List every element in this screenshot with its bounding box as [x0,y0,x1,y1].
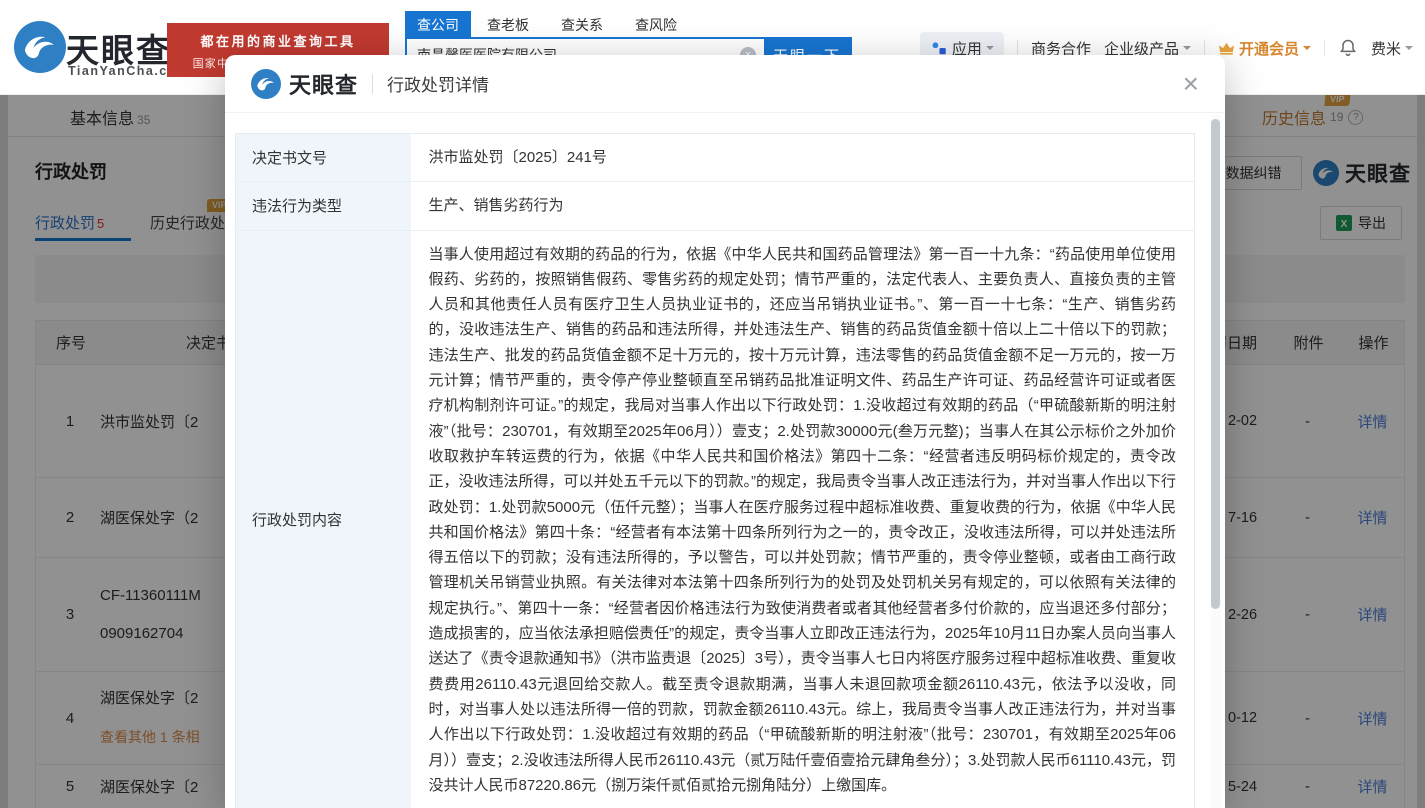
divider [372,73,374,94]
detail-row-penalty-content: 行政处罚内容 当事人使用超过有效期的药品的行为，依据《中华人民共和国药品管理法》… [235,230,1195,808]
search-tab-company[interactable]: 查公司 [405,11,471,39]
detail-row-doc-no: 决定书文号 洪市监处罚〔2025〕241号 [235,133,1195,183]
chevron-down-icon [1302,46,1311,54]
search-tab-boss[interactable]: 查老板 [471,11,545,39]
divider [1323,40,1325,56]
tianyancha-logo-icon [251,68,281,99]
field-label: 决定书文号 [235,133,411,183]
notification-bell[interactable] [1338,38,1358,58]
tianyancha-logo[interactable] [14,21,66,73]
field-value: 当事人使用超过有效期的药品的行为，依据《中华人民共和国药品管理法》第一百一十九条… [428,245,1177,794]
modal-brand: 天眼查 [289,72,359,98]
modal-body: 决定书文号 洪市监处罚〔2025〕241号 违法行为类型 生产、销售劣药行为 行… [225,113,1225,808]
divider [1016,40,1018,56]
crown-icon [1218,42,1234,55]
modal-title: 行政处罚详情 [387,76,490,95]
nav-open-vip[interactable]: 开通会员 [1218,38,1311,59]
search-tab-relation[interactable]: 查关系 [545,11,619,39]
chevron-down-icon [1405,46,1413,54]
modal-header: 天眼查 行政处罚详情 × [225,55,1225,113]
modal-scrollbar-thumb[interactable] [1211,119,1220,609]
field-value: 生产、销售劣药行为 [410,181,1195,231]
chevron-down-icon [1182,46,1191,54]
divider [1203,40,1205,56]
search-tab-risk[interactable]: 查风险 [619,11,693,39]
field-label: 行政处罚内容 [235,230,411,808]
field-value: 洪市监处罚〔2025〕241号 [410,133,1195,183]
chevron-down-icon [985,46,994,54]
search-tabs: 查公司 查老板 查关系 查风险 [405,11,693,39]
user-menu[interactable]: 费米 [1371,38,1413,59]
penalty-detail-table: 决定书文号 洪市监处罚〔2025〕241号 违法行为类型 生产、销售劣药行为 行… [235,133,1195,808]
tianyancha-logo-icon [14,21,66,73]
field-label: 违法行为类型 [235,181,411,231]
close-icon[interactable]: × [1183,69,1199,98]
banner-line1: 都在用的商业查询工具 [200,34,356,49]
username: 费米 [1370,40,1401,58]
detail-row-violation-type: 违法行为类型 生产、销售劣药行为 [235,181,1195,231]
bell-icon [1340,39,1356,57]
penalty-detail-modal: 天眼查 行政处罚详情 × 决定书文号 洪市监处罚〔2025〕241号 违法行为类… [225,55,1225,808]
